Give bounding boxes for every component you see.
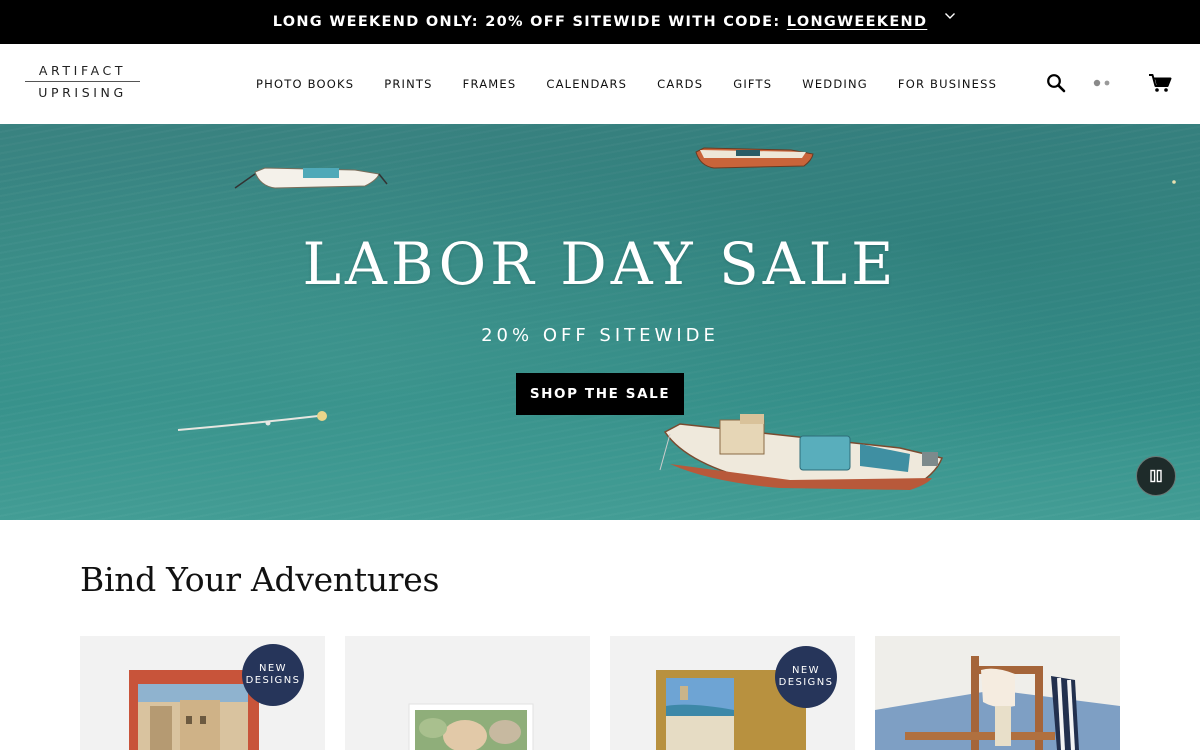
cart-icon[interactable] bbox=[1148, 73, 1172, 93]
chevron-down-icon[interactable] bbox=[944, 10, 956, 22]
badge-line-2: DESIGNS bbox=[778, 677, 834, 688]
photo-print-image bbox=[408, 703, 534, 750]
boat-top-center bbox=[695, 147, 814, 169]
beach-chair-image bbox=[875, 636, 1120, 750]
logo-divider bbox=[25, 81, 140, 82]
hero-title: LABOR DAY SALE bbox=[302, 230, 898, 298]
product-card-3[interactable]: NEW DESIGNS bbox=[610, 636, 855, 750]
account-icon[interactable] bbox=[1092, 79, 1114, 87]
logo[interactable]: ARTIFACT UPRISING bbox=[25, 63, 140, 103]
site-header: ARTIFACT UPRISING PHOTO BOOKS PRINTS FRA… bbox=[0, 44, 1200, 124]
main-nav: PHOTO BOOKS PRINTS FRAMES CALENDARS CARD… bbox=[256, 77, 1027, 91]
nav-calendars[interactable]: CALENDARS bbox=[546, 77, 627, 91]
promo-message: LONG WEEKEND ONLY: 20% OFF SITEWIDE WITH… bbox=[273, 14, 928, 30]
nav-prints[interactable]: PRINTS bbox=[384, 77, 432, 91]
badge-line-1: NEW bbox=[792, 665, 820, 676]
product-card-2[interactable] bbox=[345, 636, 590, 750]
nav-wedding[interactable]: WEDDING bbox=[802, 77, 868, 91]
pause-button[interactable] bbox=[1136, 456, 1176, 496]
nav-gifts[interactable]: GIFTS bbox=[733, 77, 772, 91]
promo-bar: LONG WEEKEND ONLY: 20% OFF SITEWIDE WITH… bbox=[0, 0, 1200, 44]
product-card-4[interactable] bbox=[875, 636, 1120, 750]
promo-code-link[interactable]: LONGWEEKEND bbox=[787, 14, 928, 30]
badge-line-1: NEW bbox=[259, 663, 287, 674]
nav-photo-books[interactable]: PHOTO BOOKS bbox=[256, 77, 354, 91]
promo-text: LONG WEEKEND ONLY: 20% OFF SITEWIDE WITH… bbox=[272, 14, 787, 30]
nav-for-business[interactable]: FOR BUSINESS bbox=[898, 77, 997, 91]
hero-boats-image bbox=[0, 124, 1200, 520]
shop-the-sale-button[interactable]: SHOP THE SALE bbox=[516, 373, 684, 415]
section-title: Bind Your Adventures bbox=[80, 560, 440, 599]
pause-icon bbox=[1150, 469, 1162, 483]
new-designs-badge: NEW DESIGNS bbox=[242, 644, 304, 706]
hero-subtitle: 20% OFF SITEWIDE bbox=[481, 325, 719, 346]
product-card-1[interactable]: NEW DESIGNS bbox=[80, 636, 325, 750]
hero-banner[interactable]: LABOR DAY SALE 20% OFF SITEWIDE SHOP THE… bbox=[0, 124, 1200, 520]
search-icon[interactable] bbox=[1046, 73, 1066, 93]
logo-bottom-word: UPRISING bbox=[38, 85, 127, 100]
nav-frames[interactable]: FRAMES bbox=[463, 77, 517, 91]
logo-top-word: ARTIFACT bbox=[38, 63, 127, 78]
nav-cards[interactable]: CARDS bbox=[657, 77, 703, 91]
badge-line-2: DESIGNS bbox=[245, 675, 301, 686]
new-designs-badge: NEW DESIGNS bbox=[775, 646, 837, 708]
